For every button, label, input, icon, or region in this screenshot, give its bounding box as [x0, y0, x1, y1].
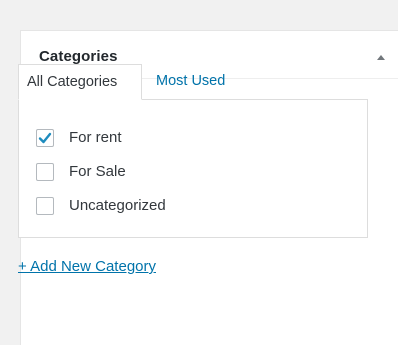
category-checklist: For rent For Sale Uncategorized: [36, 129, 166, 231]
category-item-uncategorized[interactable]: Uncategorized: [36, 197, 166, 231]
category-item-for-sale[interactable]: For Sale: [36, 163, 166, 197]
category-label[interactable]: For Sale: [69, 163, 126, 181]
checkmark-icon: [38, 132, 52, 144]
category-checkbox-for-sale[interactable]: [36, 163, 54, 181]
tab-all-categories[interactable]: All Categories: [18, 64, 142, 100]
category-checkbox-uncategorized[interactable]: [36, 197, 54, 215]
category-label[interactable]: Uncategorized: [69, 197, 166, 215]
all-categories-panel: For rent For Sale Uncategorized: [18, 99, 368, 238]
category-label[interactable]: For rent: [69, 129, 122, 147]
add-new-category-link[interactable]: + Add New Category: [18, 258, 156, 276]
category-checkbox-for-rent[interactable]: [36, 129, 54, 147]
category-item-for-rent[interactable]: For rent: [36, 129, 166, 163]
category-tabs: All Categories Most Used: [18, 64, 368, 100]
tab-most-used[interactable]: Most Used: [156, 64, 225, 100]
toggle-arrow-icon[interactable]: [373, 51, 389, 63]
